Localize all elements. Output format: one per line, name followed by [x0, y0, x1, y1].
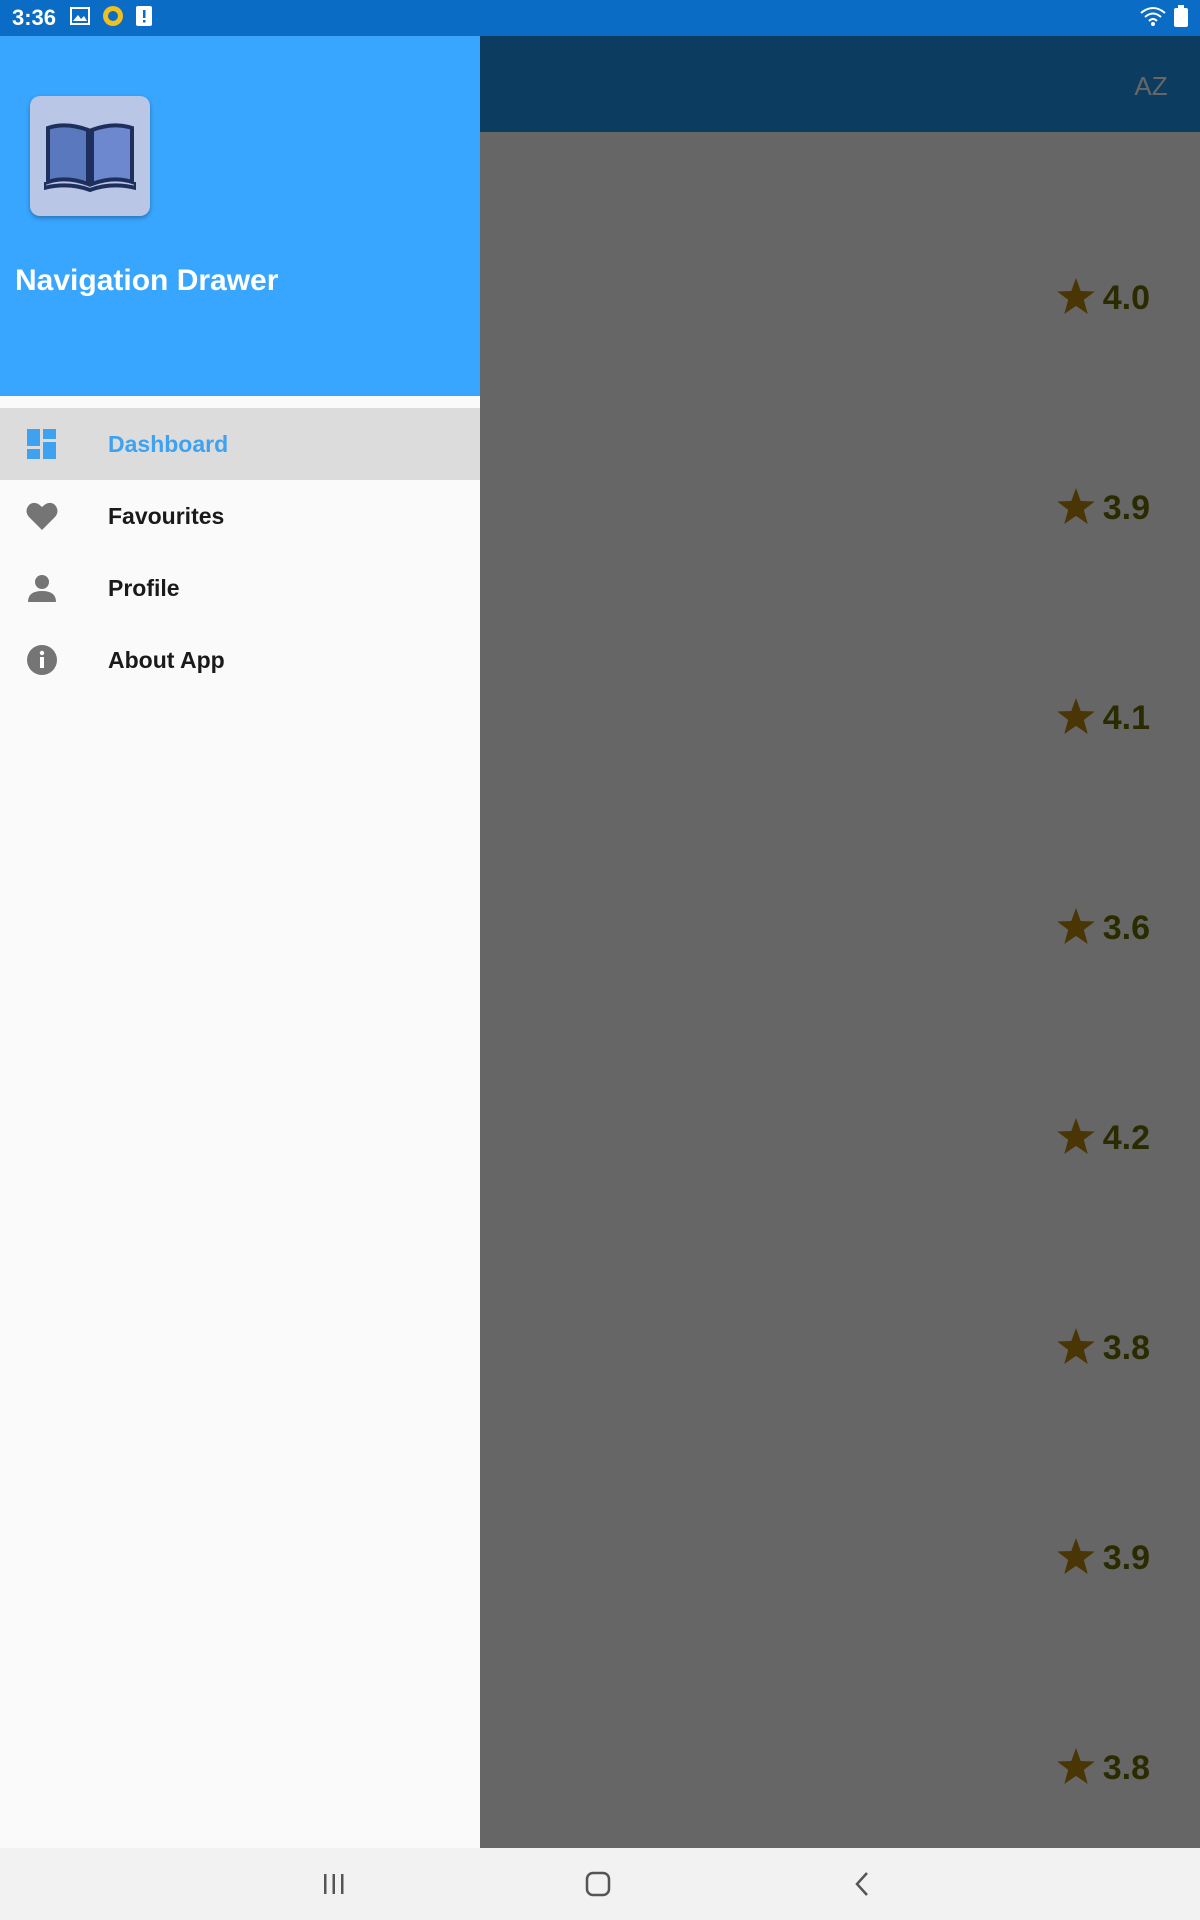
drawer-title: Navigation Drawer	[15, 264, 279, 297]
nav-item-dashboard[interactable]: Dashboard	[0, 408, 480, 480]
back-icon[interactable]	[842, 1866, 882, 1902]
system-nav-bar	[0, 1848, 1200, 1920]
dashboard-icon	[26, 428, 58, 460]
navigation-drawer: Navigation Drawer Dashboard Favourites P…	[0, 36, 480, 1848]
nav-item-about-app[interactable]: About App	[0, 624, 480, 696]
book-logo-icon	[30, 96, 150, 216]
drawer-header: Navigation Drawer	[0, 36, 480, 396]
record-icon	[102, 5, 124, 32]
status-time: 3:36	[12, 5, 57, 30]
screen: 3:36 AZ 4.03.94.13.64.23.83.93.8	[0, 0, 1200, 1920]
nav-item-label: Favourites	[108, 502, 225, 529]
drawer-nav-list: Dashboard Favourites Profile About App	[0, 408, 480, 696]
heart-icon	[26, 500, 58, 532]
recent-apps-icon[interactable]	[314, 1866, 354, 1902]
person-icon	[26, 572, 58, 604]
alert-icon	[136, 5, 153, 31]
nav-item-label: About App	[108, 646, 225, 673]
nav-item-profile[interactable]: Profile	[0, 552, 480, 624]
image-icon	[70, 6, 91, 30]
nav-item-favourites[interactable]: Favourites	[0, 480, 480, 552]
home-icon[interactable]	[578, 1866, 618, 1902]
info-icon	[26, 644, 58, 676]
nav-item-label: Dashboard	[108, 430, 229, 457]
battery-icon	[1174, 4, 1188, 32]
nav-item-label: Profile	[108, 574, 180, 601]
status-right	[1140, 4, 1188, 32]
wifi-icon	[1140, 6, 1166, 31]
status-bar: 3:36	[0, 0, 1200, 36]
